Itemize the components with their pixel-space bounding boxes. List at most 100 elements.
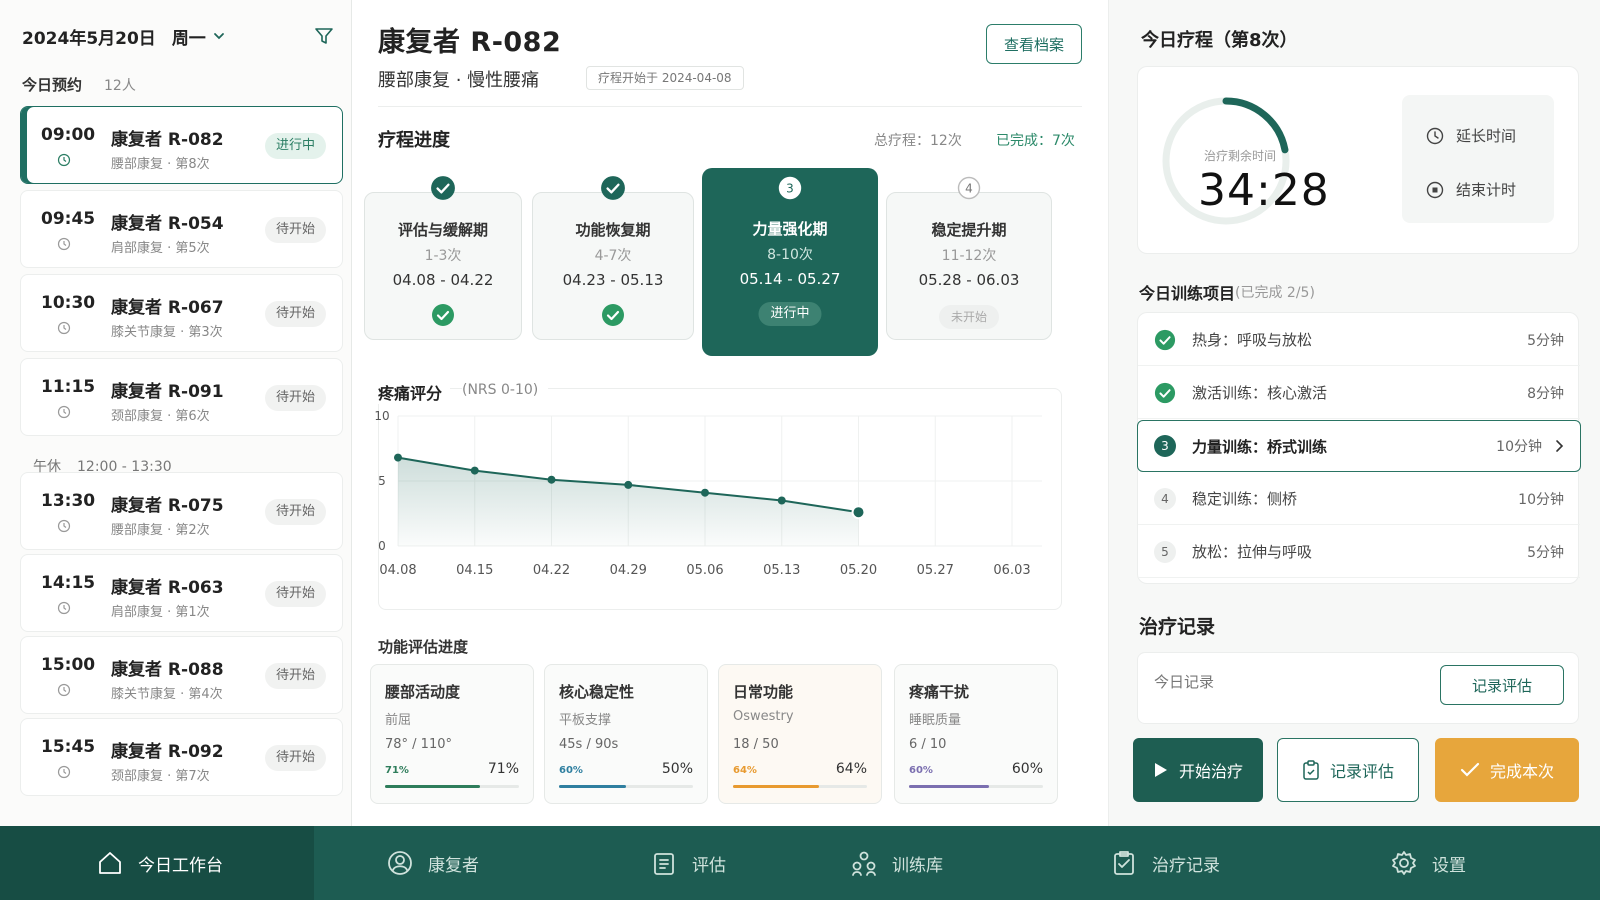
start-treatment-button[interactable]: 开始治疗 <box>1133 738 1263 802</box>
stop-timer-label: 结束计时 <box>1456 181 1517 199</box>
pain-point[interactable] <box>777 496 786 505</box>
appointment-card[interactable]: 14:15 康复者 R-063 肩部康复 · 第1次 待开始 <box>20 554 343 632</box>
status-badge: 待开始 <box>264 385 326 411</box>
appointment-card[interactable]: 11:15 康复者 R-091 颈部康复 · 第6次 待开始 <box>20 358 343 436</box>
lunch-time: 12:00 - 13:30 <box>77 459 172 475</box>
functional-name: 腰部活动度 <box>385 683 461 701</box>
extend-time-button[interactable]: 延长时间 <box>1426 125 1516 146</box>
gear-icon <box>1392 851 1416 875</box>
stage-name: 稳定提升期 <box>931 221 1007 239</box>
training-name: 激活训练：核心激活 <box>1192 384 1328 402</box>
appointment-detail: 肩部康复 · 第1次 <box>111 605 210 620</box>
check-circle-icon <box>432 304 454 326</box>
functional-sub: 睡眠质量 <box>909 713 962 728</box>
pain-point[interactable] <box>624 480 633 489</box>
nav-label: 康复者 <box>428 855 479 876</box>
x-tick-label: 06.03 <box>993 563 1030 578</box>
clock-icon <box>57 153 71 167</box>
training-item[interactable]: 3 力量训练：桥式训练 10分钟 <box>1137 420 1581 472</box>
x-tick-label: 04.15 <box>456 563 493 578</box>
x-tick-label: 05.06 <box>686 563 723 578</box>
clock-icon <box>57 519 71 533</box>
date-selector[interactable]: 2024年5月20日 周一 <box>22 24 334 49</box>
lunch-break: 午休 12:00 - 13:30 <box>33 456 172 476</box>
nav-gear[interactable]: 设置 <box>1390 826 1550 900</box>
divider <box>378 106 1082 107</box>
training-item[interactable]: 4 稳定训练：侧桥 10分钟 <box>1138 473 1580 525</box>
clock-icon <box>57 601 71 615</box>
filter-icon[interactable] <box>314 26 334 46</box>
progress-track <box>733 785 867 788</box>
pain-point[interactable] <box>701 488 709 497</box>
stop-timer-button[interactable]: 结束计时 <box>1426 179 1516 200</box>
record-eval-button[interactable]: 记录评估 <box>1277 738 1419 802</box>
chevron-down-icon[interactable] <box>212 29 226 43</box>
training-item[interactable]: 热身：呼吸与放松 5分钟 <box>1138 314 1580 366</box>
clock-icon <box>57 405 71 419</box>
nav-record[interactable]: 治疗记录 <box>1110 826 1300 900</box>
session-panel: 今日疗程（第8次） 治疗剩余时间 34:28 延长时间 结束计时 今日训练项目 … <box>1108 0 1600 826</box>
appointment-time: 15:00 <box>41 655 96 675</box>
training-name: 稳定训练：侧桥 <box>1192 490 1298 508</box>
pain-point[interactable] <box>547 475 556 484</box>
pain-point[interactable] <box>394 453 402 462</box>
complete-session-button[interactable]: 完成本次 <box>1435 738 1579 802</box>
stage-card[interactable]: 功能恢复期 4-7次 04.23 - 05.13 <box>532 192 694 340</box>
appointment-card[interactable]: 09:45 康复者 R-054 肩部康复 · 第5次 待开始 <box>20 190 343 268</box>
training-item[interactable]: 激活训练：核心激活 8分钟 <box>1138 367 1580 419</box>
x-tick-label: 04.29 <box>610 563 647 578</box>
nav-label: 评估 <box>692 855 726 876</box>
appointment-patient: 康复者 R-067 <box>111 298 224 318</box>
appointment-card[interactable]: 09:00 康复者 R-082 腰部康复 · 第8次 进行中 <box>20 106 343 184</box>
appointment-card[interactable]: 13:30 康复者 R-075 腰部康复 · 第2次 待开始 <box>20 472 343 550</box>
training-number: 5 <box>1154 540 1176 563</box>
view-profile-button[interactable]: 查看档案 <box>986 24 1082 64</box>
stage-range: 4-7次 <box>594 248 632 264</box>
functional-card[interactable]: 核心稳定性 平板支撑 45s / 90s 60% 50% <box>544 664 708 804</box>
record-icon <box>1114 851 1134 875</box>
nav-user[interactable]: 康复者 <box>386 826 536 900</box>
schedule-panel: 2024年5月20日 周一 今日预约 12人 09:00 康复者 R-082 腰部康… <box>0 0 352 826</box>
clock-icon <box>57 321 71 335</box>
stage-name: 功能恢复期 <box>575 221 651 239</box>
progress-total: 总疗程：12次 <box>874 133 962 149</box>
functional-card[interactable]: 疼痛干扰 睡眠质量 6 / 10 60% 60% <box>894 664 1058 804</box>
stage-name: 力量强化期 <box>752 220 828 238</box>
status-badge: 待开始 <box>264 663 326 689</box>
stage-done-icon <box>431 176 455 200</box>
appointment-card[interactable]: 15:45 康复者 R-092 颈部康复 · 第7次 待开始 <box>20 718 343 796</box>
weekday-text: 周一 <box>171 28 206 49</box>
functional-card[interactable]: 腰部活动度 前屈 78° / 110° 71% 71% <box>370 664 534 804</box>
stage-number: 4 <box>965 182 973 196</box>
nav-clipboard[interactable]: 评估 <box>650 826 780 900</box>
functional-percent: 60% <box>1011 761 1043 777</box>
timer-label: 治疗剩余时间 <box>1204 149 1277 163</box>
functional-small-percent: 60% <box>559 765 583 776</box>
training-item[interactable]: 5 放松：拉伸与呼吸 5分钟 <box>1138 526 1580 578</box>
appointment-card[interactable]: 15:00 康复者 R-088 膝关节康复 · 第4次 待开始 <box>20 636 343 714</box>
stage-marker: 4 <box>956 175 982 201</box>
functional-value: 18 / 50 <box>733 737 779 752</box>
stage-card[interactable]: 稳定提升期 11-12次 05.28 - 06.03 未开始 <box>886 192 1052 340</box>
appointment-card[interactable]: 10:30 康复者 R-067 膝关节康复 · 第3次 待开始 <box>20 274 343 352</box>
training-duration: 5分钟 <box>1527 332 1564 349</box>
appointment-time: 14:15 <box>41 573 96 593</box>
appointment-time: 13:30 <box>41 491 96 511</box>
course-start-badge: 疗程开始于 2024-04-08 <box>586 66 744 90</box>
functional-small-percent: 64% <box>733 765 757 776</box>
training-duration: 5分钟 <box>1527 544 1564 561</box>
training-duration: 8分钟 <box>1527 385 1564 402</box>
nav-label: 今日工作台 <box>138 855 223 876</box>
stage-card[interactable]: 评估与缓解期 1-3次 04.08 - 04.22 <box>364 192 522 340</box>
appointment-detail: 腰部康复 · 第2次 <box>111 523 210 538</box>
record-assessment-button[interactable]: 记录评估 <box>1440 665 1564 705</box>
pain-point[interactable] <box>470 466 479 475</box>
nav-group[interactable]: 训练库 <box>850 826 1010 900</box>
patient-diagnosis: 腰部康复 · 慢性腰痛 <box>378 70 540 91</box>
nav-home[interactable]: 今日工作台 <box>0 826 314 900</box>
pain-point[interactable] <box>851 505 866 520</box>
functional-card[interactable]: 日常功能 Oswestry 18 / 50 64% 64% <box>718 664 882 804</box>
appointment-patient: 康复者 R-063 <box>111 578 224 598</box>
chevron-right-icon[interactable] <box>1554 439 1564 453</box>
stage-name: 评估与缓解期 <box>397 221 488 239</box>
